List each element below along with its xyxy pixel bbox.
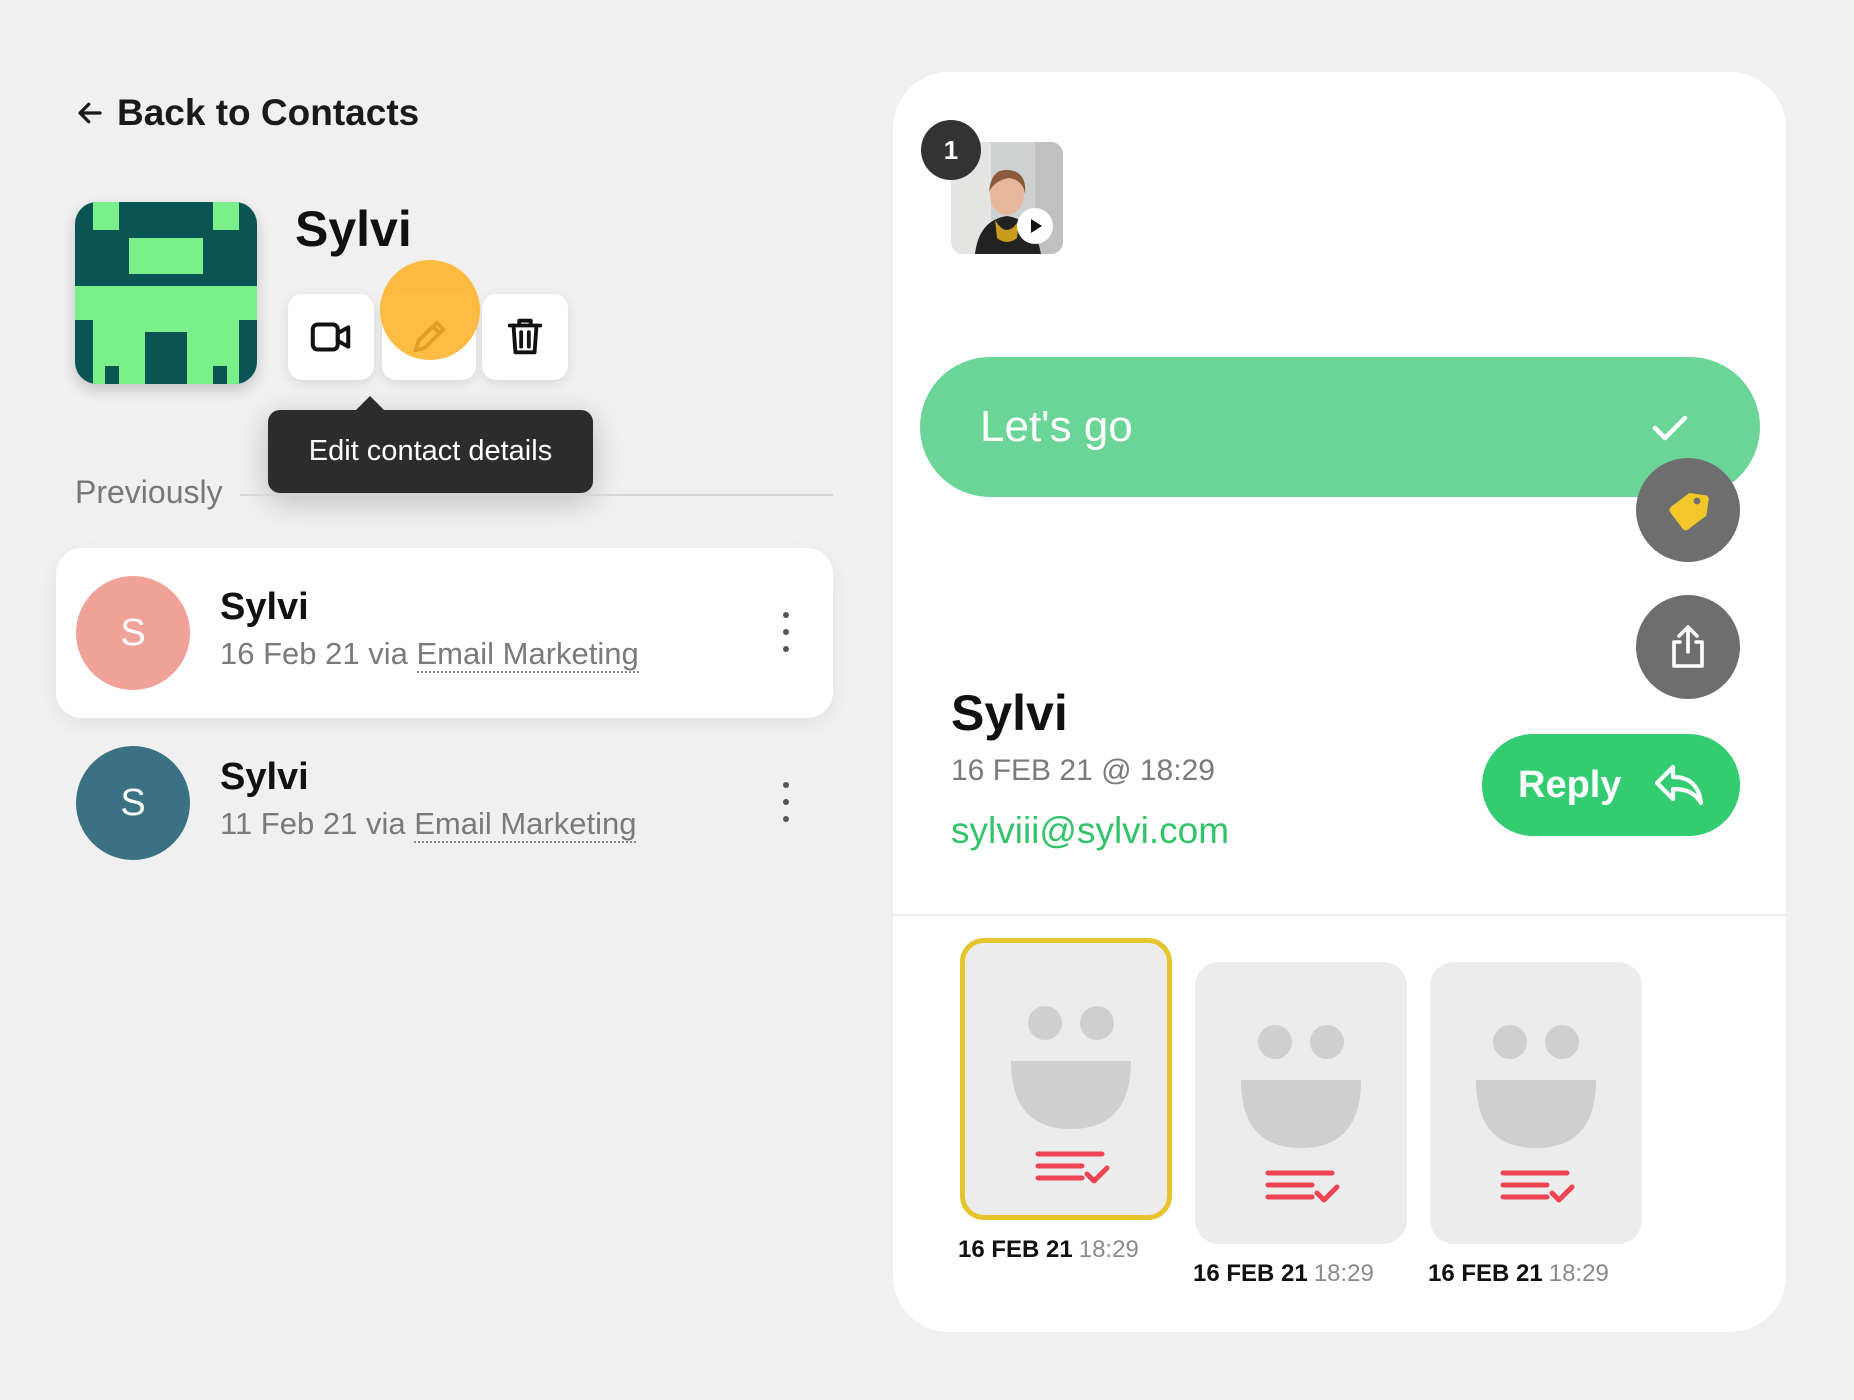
- back-to-contacts-link[interactable]: Back to Contacts: [75, 92, 419, 134]
- avatar: S: [76, 746, 190, 860]
- sender-date: 16 FEB 21 @ 18:29: [951, 754, 1215, 787]
- play-icon: [1017, 208, 1053, 244]
- selected-answer: Let's go: [920, 357, 1760, 497]
- sender-name: Sylvi: [951, 685, 1068, 741]
- history-item-meta: 11 Feb 21 via Email Marketing: [220, 806, 637, 843]
- transcript-check-icon: [1035, 1151, 1110, 1184]
- previously-heading: Previously: [75, 474, 223, 510]
- panel-divider: [893, 914, 1786, 916]
- trash-icon: [507, 318, 543, 355]
- smiley-placeholder-icon: [1476, 1025, 1596, 1148]
- history-item-via: via: [368, 636, 408, 671]
- contact-avatar: [75, 202, 257, 384]
- history-item-name: Sylvi: [220, 586, 309, 628]
- history-item-date: 16 Feb 21: [220, 636, 360, 671]
- record-video-button[interactable]: [288, 294, 374, 380]
- edit-contact-button[interactable]: [382, 294, 476, 380]
- section-divider: [240, 494, 833, 496]
- history-item-name: Sylvi: [220, 756, 309, 798]
- more-options-icon[interactable]: [781, 612, 791, 652]
- tag-button[interactable]: [1636, 458, 1740, 562]
- contact-name: Sylvi: [295, 201, 412, 257]
- history-item-via: via: [365, 806, 406, 841]
- reply-label: Reply: [1518, 763, 1622, 806]
- tag-icon: [1669, 493, 1709, 531]
- arrow-left-icon: [78, 102, 102, 124]
- pencil-icon: [413, 320, 446, 353]
- history-item-source-link[interactable]: Email Marketing: [414, 806, 637, 843]
- response-date: 16 FEB 21 18:29: [958, 1236, 1139, 1263]
- response-date: 16 FEB 21 18:29: [1428, 1260, 1609, 1287]
- response-date: 16 FEB 21 18:29: [1193, 1260, 1374, 1287]
- response-detail-panel: 1 Let's go Sylvi 16 FEB 21 @ 18:29 sylvi…: [893, 72, 1786, 1332]
- response-card[interactable]: [1430, 962, 1642, 1244]
- sender-email-link[interactable]: sylviii@sylvi.com: [951, 810, 1229, 852]
- response-card[interactable]: [1195, 962, 1407, 1244]
- video-icon: [310, 322, 351, 352]
- history-item-date: 11 Feb 21: [220, 806, 358, 841]
- transcript-check-icon: [1500, 1170, 1575, 1203]
- edit-contact-tooltip: Edit contact details: [268, 396, 593, 493]
- history-item-source-link[interactable]: Email Marketing: [416, 636, 639, 673]
- transcript-check-icon: [1265, 1170, 1340, 1203]
- history-item-meta: 16 Feb 21 via Email Marketing: [220, 636, 639, 673]
- smiley-placeholder-icon: [1241, 1025, 1361, 1148]
- share-icon: [1672, 625, 1704, 668]
- reply-button[interactable]: Reply: [1482, 734, 1740, 836]
- more-options-icon[interactable]: [781, 782, 791, 822]
- delete-contact-button[interactable]: [482, 294, 568, 380]
- history-item[interactable]: S Sylvi 11 Feb 21 via Email Marketing: [56, 718, 833, 888]
- answer-label: Let's go: [980, 402, 1133, 451]
- history-item[interactable]: S Sylvi 16 Feb 21 via Email Marketing: [56, 548, 833, 718]
- share-button[interactable]: [1636, 595, 1740, 699]
- reply-icon: [1655, 764, 1704, 806]
- response-card[interactable]: [960, 938, 1172, 1220]
- back-link-label: Back to Contacts: [117, 92, 420, 133]
- smiley-placeholder-icon: [1011, 1006, 1131, 1129]
- check-icon: [1652, 415, 1688, 441]
- avatar: S: [76, 576, 190, 690]
- video-count-badge: 1: [921, 120, 981, 180]
